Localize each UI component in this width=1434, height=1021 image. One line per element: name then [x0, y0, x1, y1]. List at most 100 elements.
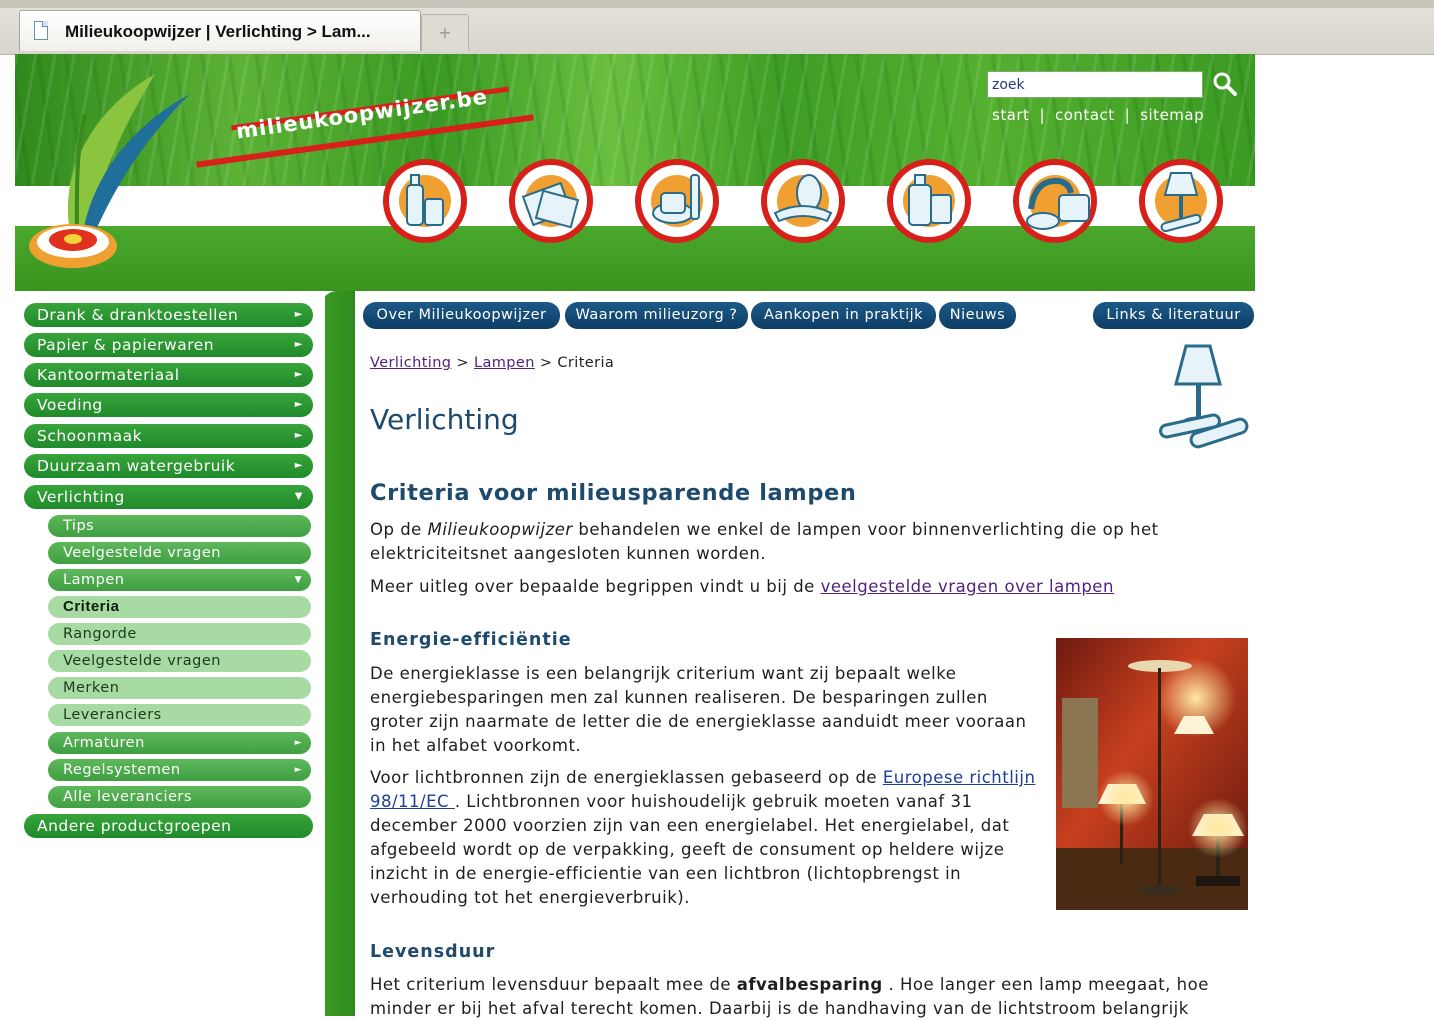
- sidebar-item-label: Alle leveranciers: [63, 789, 192, 805]
- sidebar-item-label: Duurzaam watergebruik: [37, 457, 236, 475]
- faq-lampen-link[interactable]: veelgestelde vragen over lampen: [821, 577, 1114, 596]
- sidebar-item-label: Rangorde: [63, 626, 137, 642]
- breadcrumb-current: Criteria: [557, 355, 615, 371]
- sidebar-item-label: Lampen: [63, 572, 125, 588]
- content-divider: [321, 291, 355, 1016]
- energy-heading: Energie-efficiëntie: [370, 630, 572, 650]
- link-separator: |: [1124, 106, 1131, 124]
- chevron-right-icon: ►: [294, 399, 303, 410]
- site-header: milieukoopwijzer.be start | contact | sitema…: [15, 54, 1255, 291]
- chevron-right-icon: ►: [294, 765, 302, 775]
- sidebar-item-label: Leveranciers: [63, 707, 162, 723]
- header-links: start | contact | sitemap: [992, 106, 1204, 124]
- sidebar-item-kantoormateriaal[interactable]: Kantoormateriaal ►: [24, 363, 313, 387]
- browser-tab[interactable]: Milieukoopwijzer | Verlichting > Lam...: [19, 10, 421, 51]
- sidebar-item-papier[interactable]: Papier & papierwaren ►: [24, 333, 313, 357]
- site-brand[interactable]: milieukoopwijzer.be: [235, 84, 490, 143]
- sidebar-item-label: Criteria: [63, 598, 120, 615]
- sidebar-item-lampen-faq[interactable]: Veelgestelde vragen: [48, 650, 311, 672]
- energy-text-rest: . Lichtbronnen voor huishoudelijk gebrui…: [370, 792, 1010, 907]
- chevron-right-icon: ►: [294, 309, 303, 320]
- sidebar-item-faq[interactable]: Veelgestelde vragen: [48, 542, 311, 564]
- nav-over[interactable]: Over Milieukoopwijzer: [363, 302, 560, 329]
- sidebar-item-label: Tips: [63, 518, 95, 534]
- lighting-icon[interactable]: [1139, 159, 1223, 243]
- sidebar-item-label: Regelsystemen: [63, 762, 181, 778]
- sidebar-item-verlichting[interactable]: Verlichting ▼: [24, 485, 313, 509]
- sidebar-item-label: Merken: [63, 680, 120, 696]
- sidebar-item-label: Voeding: [37, 396, 103, 414]
- sidebar-item-regelsystemen[interactable]: Regelsystemen ►: [48, 759, 311, 781]
- sidebar-item-label: Kantoormateriaal: [37, 366, 180, 384]
- link-separator: |: [1039, 106, 1045, 124]
- sitemap-link[interactable]: sitemap: [1140, 106, 1204, 124]
- nav-aankopen[interactable]: Aankopen in praktijk: [751, 302, 936, 329]
- contact-link[interactable]: contact: [1055, 106, 1115, 124]
- sidebar-item-label: Armaturen: [63, 735, 145, 751]
- breadcrumb-separator: >: [456, 355, 469, 371]
- tab-title: Milieukoopwijzer | Verlichting > Lam...: [65, 22, 371, 41]
- drinks-icon[interactable]: [383, 159, 467, 243]
- nav-waarom[interactable]: Waarom milieuzorg ?: [565, 302, 748, 329]
- sidebar-item-watergebruik[interactable]: Duurzaam watergebruik ►: [24, 454, 313, 478]
- lamp-photo: [1056, 638, 1248, 910]
- section-title: Criteria voor milieusparende lampen: [370, 480, 857, 506]
- office-supplies-icon[interactable]: [635, 159, 719, 243]
- sidebar-item-label: Veelgestelde vragen: [63, 653, 221, 669]
- sidebar-item-voeding[interactable]: Voeding ►: [24, 393, 313, 417]
- intro-text: Op de: [370, 520, 428, 539]
- chevron-right-icon: ►: [294, 369, 303, 380]
- food-icon[interactable]: [761, 159, 845, 243]
- sidebar-item-merken[interactable]: Merken: [48, 677, 311, 699]
- water-icon[interactable]: [1013, 159, 1097, 243]
- more-info-text: Meer uitleg over bepaalde begrippen vind…: [370, 577, 821, 596]
- intro-emphasis: Milieukoopwijzer: [427, 520, 573, 539]
- sidebar-item-label: Andere productgroepen: [37, 817, 232, 835]
- sidebar-item-label: Schoonmaak: [37, 427, 143, 445]
- sidebar: Drank & dranktoestellen ► Papier & papier…: [15, 291, 321, 1016]
- sidebar-item-label: Veelgestelde vragen: [63, 545, 221, 561]
- breadcrumb-verlichting[interactable]: Verlichting: [370, 355, 451, 371]
- energy-paragraph-1: De energieklasse is een belangrijk crite…: [370, 664, 1027, 755]
- sidebar-item-lampen[interactable]: Lampen ▼: [48, 569, 311, 591]
- page-icon: [34, 21, 48, 40]
- lamp-illustration-icon: [1159, 344, 1249, 449]
- tab-strip: [0, 0, 1434, 8]
- browser-tab-bar: Milieukoopwijzer | Verlichting > Lam... …: [0, 0, 1434, 55]
- sidebar-item-label: Papier & papierwaren: [37, 336, 215, 354]
- nav-nieuws[interactable]: Nieuws: [939, 302, 1016, 329]
- chevron-down-icon: ▼: [294, 575, 302, 585]
- breadcrumb-lampen[interactable]: Lampen: [474, 355, 535, 371]
- nav-links[interactable]: Links & literatuur: [1093, 302, 1254, 329]
- chevron-right-icon: ►: [294, 460, 303, 471]
- intro-paragraph: Op de Milieukoopwijzer behandelen we enk…: [370, 518, 1210, 566]
- cleaning-icon[interactable]: [887, 159, 971, 243]
- paper-icon[interactable]: [509, 159, 593, 243]
- search-input[interactable]: [987, 71, 1203, 98]
- leaf-logo-icon[interactable]: [15, 54, 195, 284]
- sidebar-item-criteria[interactable]: Criteria: [48, 596, 311, 618]
- page-title: Verlichting: [370, 403, 519, 436]
- sidebar-item-drank[interactable]: Drank & dranktoestellen ►: [24, 303, 313, 327]
- lifetime-paragraph: Het criterium levensduur bepaalt mee de …: [370, 973, 1250, 1021]
- sidebar-item-armaturen[interactable]: Armaturen ►: [48, 732, 311, 754]
- start-link[interactable]: start: [992, 106, 1029, 124]
- sidebar-item-label: Drank & dranktoestellen: [37, 306, 239, 324]
- energy-paragraph-2: Voor lichtbronnen zijn de energieklassen…: [370, 766, 1055, 910]
- sidebar-item-label: Verlichting: [37, 488, 125, 506]
- sidebar-item-leveranciers[interactable]: Leveranciers: [48, 704, 311, 726]
- more-info-paragraph: Meer uitleg over bepaalde begrippen vind…: [370, 575, 1230, 599]
- sidebar-item-alle-leveranciers[interactable]: Alle leveranciers: [48, 786, 311, 808]
- lifetime-text: Het criterium levensduur bepaalt mee de: [370, 975, 737, 994]
- sidebar-item-rangorde[interactable]: Rangorde: [48, 623, 311, 645]
- lifetime-bold: afvalbesparing: [736, 975, 883, 994]
- chevron-right-icon: ►: [294, 738, 302, 748]
- sidebar-item-schoonmaak[interactable]: Schoonmaak ►: [24, 424, 313, 448]
- breadcrumb: Verlichting > Lampen > Criteria: [370, 355, 614, 371]
- new-tab-button[interactable]: +: [421, 14, 469, 51]
- search-icon[interactable]: [1211, 70, 1239, 98]
- sidebar-item-andere[interactable]: Andere productgroepen: [24, 814, 313, 838]
- sidebar-item-tips[interactable]: Tips: [48, 515, 311, 537]
- energy-text: Voor lichtbronnen zijn de energieklassen…: [370, 768, 883, 787]
- chevron-right-icon: ►: [294, 430, 303, 441]
